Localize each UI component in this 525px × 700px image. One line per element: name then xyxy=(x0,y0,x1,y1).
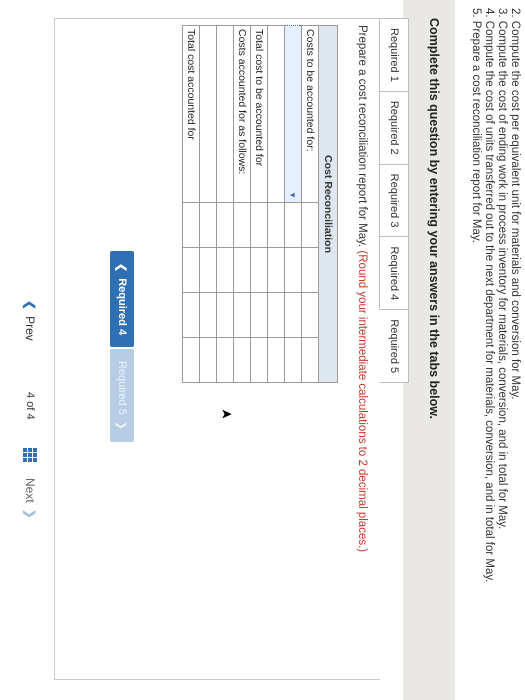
prev-required-label: Required 4 xyxy=(116,278,128,336)
table-row: Total cost to be accounted for xyxy=(250,25,268,383)
page-of: of xyxy=(24,401,36,411)
empty-cell xyxy=(301,247,319,293)
chevron-left-icon: ❮ xyxy=(115,263,128,273)
table-row: Costs to be accounted for: xyxy=(301,25,319,383)
next-required-label: Required 5 xyxy=(116,361,128,415)
tab-bar: Required 1 Required 2 Required 3 Require… xyxy=(379,18,409,384)
cost-reconciliation-table: Cost Reconciliation Costs to be accounte… xyxy=(182,25,338,383)
empty-cell xyxy=(301,292,319,338)
next-required-button[interactable]: Required 5 ❯ xyxy=(110,349,134,443)
amount-input[interactable] xyxy=(284,202,302,248)
amount-input[interactable] xyxy=(267,202,285,248)
footer-nav: ❮ Prev 4 of 4 Next ❯ xyxy=(7,0,47,700)
empty-cell xyxy=(233,247,251,293)
tab-required-1[interactable]: Required 1 xyxy=(379,18,409,91)
next-button[interactable]: Next ❯ xyxy=(23,478,37,519)
chevron-left-icon: ❮ xyxy=(23,300,37,311)
tab-required-3[interactable]: Required 3 xyxy=(379,163,409,237)
amount-input[interactable] xyxy=(199,337,217,383)
intro-line: 2. Compute the cost per equivalent unit … xyxy=(509,8,521,400)
page-counter: 4 of 4 xyxy=(24,392,36,420)
amount-input[interactable] xyxy=(182,292,200,338)
amount-input[interactable] xyxy=(250,247,268,293)
amount-input[interactable] xyxy=(182,337,200,383)
empty-cell xyxy=(301,202,319,248)
row-select-input[interactable] xyxy=(199,25,217,203)
tab-panel: Prepare a cost reconciliation report for… xyxy=(54,18,380,680)
amount-input[interactable] xyxy=(267,292,285,338)
amount-input[interactable] xyxy=(250,337,268,383)
table-row: Total cost accounted for xyxy=(182,25,200,383)
prev-required-button[interactable]: ❮ Required 4 xyxy=(110,251,134,348)
table-row xyxy=(267,25,285,383)
amount-input[interactable] xyxy=(216,337,234,383)
amount-input[interactable] xyxy=(216,202,234,248)
rounding-note: (Round your intermediate calculations to… xyxy=(356,250,368,553)
empty-cell xyxy=(233,202,251,248)
amount-input[interactable] xyxy=(250,292,268,338)
screen: 2. Compute the cost per equivalent unit … xyxy=(0,0,525,700)
empty-cell xyxy=(233,337,251,383)
amount-input[interactable] xyxy=(216,247,234,293)
amount-input[interactable] xyxy=(182,247,200,293)
intro-line: 5. Prepare a cost reconciliation report … xyxy=(470,8,482,244)
table-row: ▼ xyxy=(284,25,302,383)
amount-input[interactable] xyxy=(250,202,268,248)
amount-input[interactable] xyxy=(284,292,302,338)
amount-input[interactable] xyxy=(199,247,217,293)
row-select-input[interactable] xyxy=(216,25,234,203)
instructions-band: Complete this question by entering your … xyxy=(403,0,455,700)
tab-required-2[interactable]: Required 2 xyxy=(379,90,409,164)
dropdown-caret-icon[interactable]: ▼ xyxy=(289,191,298,199)
chevron-right-icon: ❯ xyxy=(115,420,128,431)
amount-input[interactable] xyxy=(284,337,302,383)
table-row xyxy=(216,25,234,383)
table-row xyxy=(199,25,217,383)
amount-input[interactable] xyxy=(267,337,285,383)
chevron-right-icon: ❯ xyxy=(23,508,37,519)
amount-input[interactable] xyxy=(182,202,200,248)
row-label: Total cost to be accounted for xyxy=(250,25,268,203)
instruction-text: Prepare a cost reconciliation report for… xyxy=(356,25,368,552)
page-current: 4 xyxy=(24,392,36,399)
prev-label: Prev xyxy=(23,316,37,341)
tab-required-5[interactable]: Required 5 xyxy=(379,309,409,384)
empty-cell xyxy=(301,337,319,383)
amount-input[interactable] xyxy=(267,247,285,293)
instruction-main: Prepare a cost reconciliation report for… xyxy=(356,25,368,248)
amount-input[interactable] xyxy=(284,247,302,293)
empty-cell xyxy=(233,292,251,338)
row-label: Costs to be accounted for: xyxy=(301,25,319,203)
row-label: Total cost accounted for xyxy=(182,25,200,203)
amount-input[interactable] xyxy=(199,292,217,338)
grid-icon[interactable] xyxy=(23,448,37,462)
row-label: Costs accounted for as follows: xyxy=(233,25,251,203)
row-select-input[interactable]: ▼ xyxy=(284,25,302,203)
question-intro: 2. Compute the cost per equivalent unit … xyxy=(469,8,521,698)
tab-required-4[interactable]: Required 4 xyxy=(379,236,409,310)
mouse-cursor-icon: ➤ xyxy=(220,405,233,422)
intro-line: 4. Compute the cost of units transferred… xyxy=(483,8,495,583)
prev-button[interactable]: ❮ Prev xyxy=(23,300,37,341)
page-total: 4 xyxy=(24,413,36,420)
next-label: Next xyxy=(23,478,37,503)
band-title: Complete this question by entering your … xyxy=(427,18,441,419)
intro-line: 3. Compute the cost of ending work in pr… xyxy=(496,8,508,530)
table-header: Cost Reconciliation xyxy=(318,25,338,383)
amount-input[interactable] xyxy=(199,202,217,248)
table-row: Costs accounted for as follows: xyxy=(233,25,251,383)
row-select-input[interactable] xyxy=(267,25,285,203)
amount-input[interactable] xyxy=(216,292,234,338)
